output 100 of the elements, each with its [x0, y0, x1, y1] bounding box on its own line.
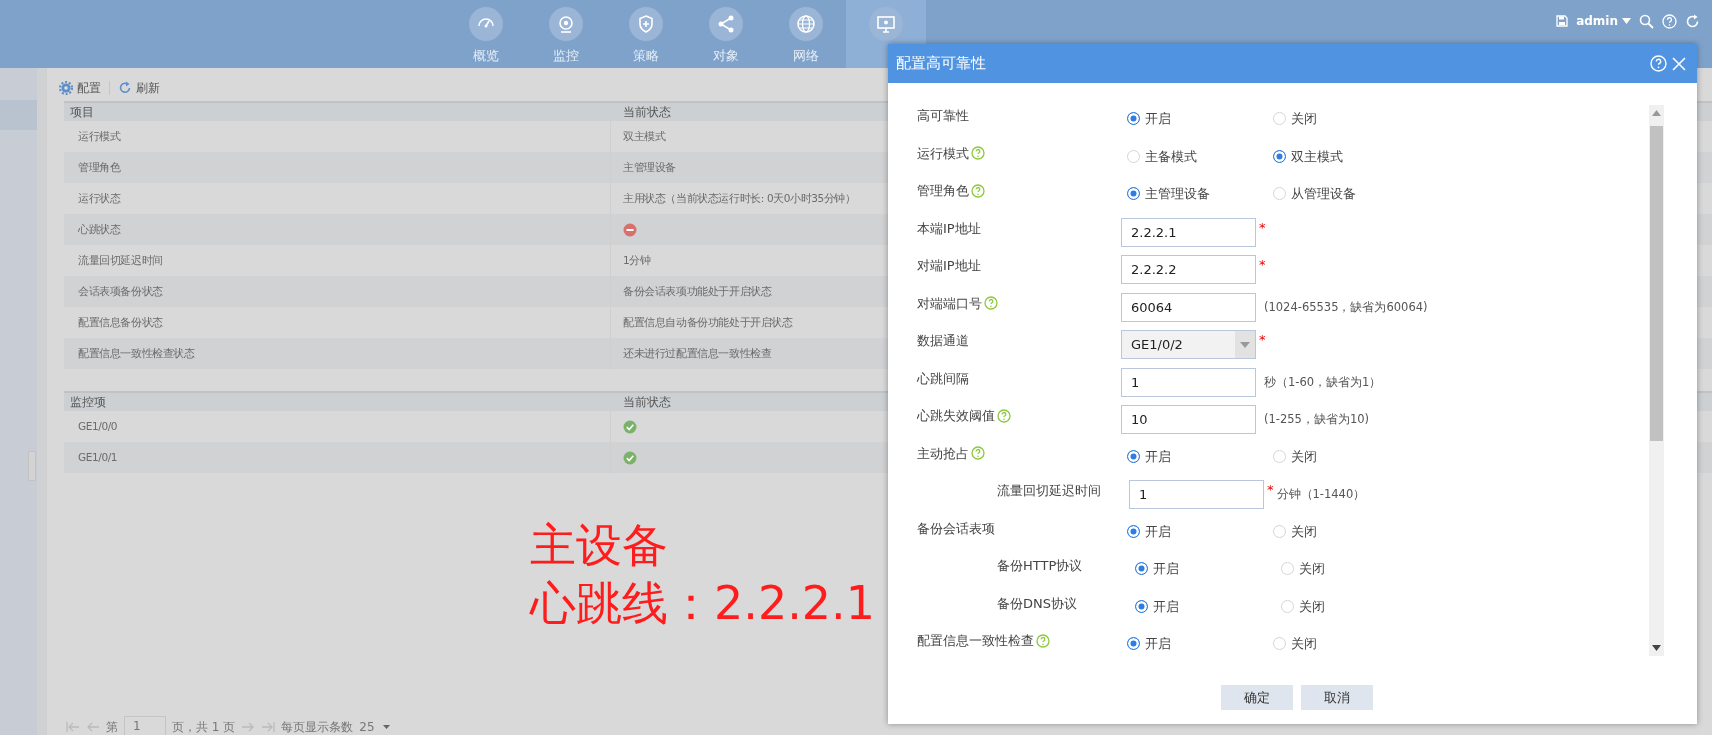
radio-option[interactable]: 关闭 [1281, 592, 1421, 616]
radio-option[interactable]: 关闭 [1273, 105, 1413, 129]
field-label: 对端端口号 [917, 294, 982, 313]
caret-icon [1240, 341, 1250, 348]
field-label: 心跳间隔 [917, 369, 969, 388]
annotation-text: 主设备 [530, 517, 669, 574]
radio-option[interactable]: 主管理设备 [1127, 180, 1267, 204]
radio-option[interactable]: 从管理设备 [1273, 180, 1413, 204]
error-icon [623, 222, 637, 237]
field-hint: (1-255，缺省为10) [1264, 411, 1370, 428]
input-field[interactable]: 2.2.2.1 [1121, 217, 1256, 247]
column-header: 当前状态 [622, 104, 671, 121]
help-icon[interactable] [971, 183, 985, 198]
field-label: 本端IP地址 [917, 219, 981, 238]
help-icon[interactable] [971, 146, 985, 161]
radio-option[interactable]: 关闭 [1273, 517, 1413, 541]
check-icon [623, 450, 637, 465]
dropdown[interactable]: GE1/0/2 [1121, 330, 1256, 359]
radio-button[interactable] [1135, 562, 1148, 576]
toolbar-button[interactable]: 配置 [59, 79, 101, 97]
field-label: 管理角色 [917, 182, 969, 200]
field-label: 流量回切延迟时间 [997, 482, 1101, 500]
help-icon[interactable] [971, 446, 985, 461]
required-mark: * [1259, 218, 1266, 237]
refresh-icon [118, 81, 132, 95]
radio-option[interactable]: 开启 [1127, 630, 1267, 654]
column-header: 监控项 [69, 394, 107, 411]
table-cell-text: 还未进行过配置信息一致性检查 [622, 345, 772, 361]
table-cell: 会话表项备份状态 [64, 276, 611, 307]
table-cell: 配置信息一致性检查状态 [64, 338, 611, 369]
input-field[interactable]: 10 [1121, 405, 1256, 434]
radio-option[interactable]: 双主模式 [1273, 142, 1413, 166]
field-label: 高可靠性 [917, 107, 969, 125]
radio-option[interactable]: 开启 [1127, 442, 1267, 466]
column-header: 当前状态 [622, 394, 671, 411]
field-label: 运行模式 [917, 144, 969, 163]
previous-page-icon[interactable] [86, 721, 100, 733]
field-label: 备份会话表项 [917, 519, 995, 538]
field-hint: (1024-65535，缺省为60064) [1264, 298, 1428, 316]
page-size-label: 每页显示条数 [281, 719, 354, 735]
table-cell: 管理角色 [64, 152, 611, 183]
gear-icon [59, 81, 73, 95]
field-label: 备份DNS协议 [997, 594, 1077, 613]
page-label: 页，共 1 页 [172, 719, 236, 735]
annotation-text: 心跳线：2.2.2.1 [530, 575, 875, 632]
last-page-icon[interactable] [261, 721, 276, 733]
radio-option[interactable]: 关闭 [1273, 442, 1413, 466]
field-label: 数据通道 [917, 332, 969, 350]
radio-button[interactable] [1127, 187, 1140, 201]
table-cell-text: 主管理设备 [622, 159, 676, 175]
field-label: 心跳失效阈值 [917, 407, 995, 425]
close-icon[interactable] [1671, 55, 1687, 72]
table-cell-text: 主用状态（当前状态运行时长: 0天0小时35分钟） [622, 190, 856, 206]
caret-icon [1622, 18, 1631, 24]
input-field[interactable]: 60064 [1121, 292, 1256, 322]
radio-option[interactable]: 开启 [1135, 555, 1275, 579]
dialog-title: 配置高可靠性 [896, 53, 986, 75]
input-field[interactable]: 1 [1121, 367, 1256, 397]
page-label: 第 [106, 719, 118, 735]
column-header: 项目 [69, 104, 95, 121]
radio-button[interactable] [1127, 524, 1140, 538]
first-page-icon[interactable] [66, 721, 80, 733]
field-label: 对端IP地址 [917, 257, 981, 275]
radio-option[interactable]: 开启 [1135, 592, 1275, 616]
help-icon[interactable] [997, 408, 1011, 423]
radio-button[interactable] [1127, 449, 1140, 463]
monitor-icon [875, 13, 897, 35]
scroll-down-icon[interactable] [1652, 645, 1661, 651]
cancel-button[interactable]: 取消 [1300, 685, 1373, 710]
toolbar-button[interactable]: 刷新 [118, 79, 160, 97]
table-cell: GE1/0/1 [64, 442, 611, 473]
radio-option[interactable]: 开启 [1127, 105, 1267, 129]
radio-button[interactable] [1127, 112, 1140, 126]
field-label: 备份HTTP协议 [997, 557, 1083, 575]
required-mark: * [1259, 331, 1266, 349]
radio-button[interactable] [1273, 149, 1286, 163]
table-cell-text: 1分钟 [622, 252, 651, 268]
check-icon [623, 419, 637, 434]
radio-button[interactable] [1135, 599, 1148, 613]
globe-icon [795, 13, 817, 35]
radio-option[interactable]: 关闭 [1273, 630, 1413, 654]
input-field[interactable]: 2.2.2.2 [1121, 255, 1256, 284]
save-icon[interactable] [1556, 15, 1569, 27]
help-icon[interactable] [984, 296, 998, 311]
field-hint: 秒（1-60，缺省为1） [1264, 373, 1382, 391]
table-cell-text: 备份会话表项功能处于开启状态 [622, 283, 772, 299]
table-cell-text: 双主模式 [622, 128, 666, 144]
help-icon[interactable] [1036, 633, 1050, 648]
confirm-button[interactable]: 确定 [1220, 685, 1293, 710]
scroll-up-icon[interactable] [1652, 110, 1661, 116]
scrollbar[interactable] [1649, 105, 1664, 656]
radio-button[interactable] [1127, 637, 1140, 651]
radio-option[interactable]: 开启 [1127, 517, 1267, 541]
next-page-icon[interactable] [241, 721, 256, 733]
input-field[interactable]: 1 [1129, 480, 1264, 509]
refresh-icon[interactable] [1685, 13, 1700, 29]
radio-option[interactable]: 主备模式 [1127, 142, 1267, 166]
search-icon[interactable] [1639, 13, 1654, 29]
radio-option[interactable]: 关闭 [1281, 555, 1421, 579]
table-cell-text: 配置信息自动备份功能处于开启状态 [622, 314, 793, 330]
